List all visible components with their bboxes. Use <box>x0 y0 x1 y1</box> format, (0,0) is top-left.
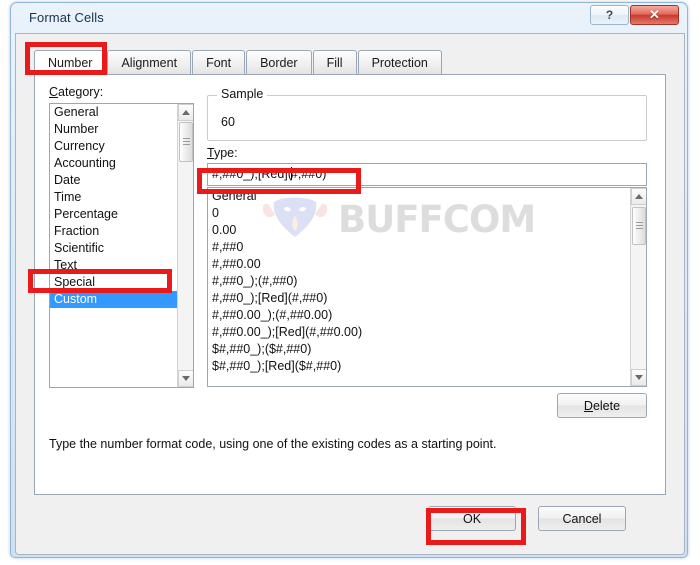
type-item-8[interactable]: #,##0.00_);[Red](#,##0.00) <box>208 324 646 341</box>
category-item-special[interactable]: Special <box>50 274 193 291</box>
type-item-0[interactable]: General <box>208 188 646 205</box>
ok-button[interactable]: OK <box>428 506 516 531</box>
description-text: Type the number format code, using one o… <box>49 437 497 451</box>
category-label: Category: <box>49 85 104 99</box>
sample-label: Sample <box>217 87 268 101</box>
tab-protection[interactable]: Protection <box>357 50 442 74</box>
close-icon[interactable]: ✕ <box>630 5 679 25</box>
format-cells-dialog: Format Cells ? ✕ Number Alignment Font B… <box>10 2 688 558</box>
type-item-3[interactable]: #,##0 <box>208 239 646 256</box>
category-item-currency[interactable]: Currency <box>50 138 193 155</box>
tab-border[interactable]: Border <box>246 50 312 74</box>
scroll-down-icon[interactable] <box>178 370 193 387</box>
category-item-general[interactable]: General <box>50 104 193 121</box>
category-item-percentage[interactable]: Percentage <box>50 206 193 223</box>
category-scrollbar[interactable] <box>177 104 193 387</box>
category-item-date[interactable]: Date <box>50 172 193 189</box>
type-item-7[interactable]: #,##0.00_);(#,##0.00) <box>208 307 646 324</box>
delete-button[interactable]: Delete <box>557 393 647 418</box>
category-item-fraction[interactable]: Fraction <box>50 223 193 240</box>
category-listbox[interactable]: General Number Currency Accounting Date … <box>49 103 194 388</box>
type-item-4[interactable]: #,##0.00 <box>208 256 646 273</box>
category-item-custom[interactable]: Custom <box>50 291 193 308</box>
type-item-9[interactable]: $#,##0_);($#,##0) <box>208 341 646 358</box>
type-item-6[interactable]: #,##0_);[Red](#,##0) <box>208 290 646 307</box>
sample-group-box <box>207 95 647 141</box>
tab-fill[interactable]: Fill <box>312 50 357 74</box>
grip-icon <box>183 138 190 146</box>
category-item-text[interactable]: Text <box>50 257 193 274</box>
type-item-1[interactable]: 0 <box>208 205 646 222</box>
title-bar: Format Cells ? ✕ <box>11 3 687 33</box>
cancel-button[interactable]: Cancel <box>538 506 626 531</box>
type-item-2[interactable]: 0.00 <box>208 222 646 239</box>
dialog-title: Format Cells <box>29 10 104 25</box>
tab-font[interactable]: Font <box>192 50 246 74</box>
category-scrollbar-thumb[interactable] <box>179 122 193 162</box>
category-item-accounting[interactable]: Accounting <box>50 155 193 172</box>
type-input-text-after-caret: #,##0) <box>290 167 327 181</box>
category-item-number[interactable]: Number <box>50 121 193 138</box>
sample-value: 60 <box>221 115 235 129</box>
type-item-10[interactable]: $#,##0_);[Red]($#,##0) <box>208 358 646 375</box>
type-item-5[interactable]: #,##0_);(#,##0) <box>208 273 646 290</box>
type-label: Type: <box>207 146 238 160</box>
type-input[interactable]: #,##0_);[Red](#,##0) <box>207 163 647 186</box>
category-item-time[interactable]: Time <box>50 189 193 206</box>
scroll-up-icon[interactable] <box>178 104 193 121</box>
help-icon[interactable]: ? <box>590 5 629 25</box>
category-item-scientific[interactable]: Scientific <box>50 240 193 257</box>
tab-number[interactable]: Number <box>34 50 107 75</box>
tab-alignment[interactable]: Alignment <box>107 50 192 74</box>
tab-strip: Number Alignment Font Border Fill Protec… <box>34 50 666 75</box>
type-listbox[interactable]: BUFFCOM General 0 0.00 #,##0 #,##0.00 #,… <box>207 187 647 387</box>
number-tab-panel: Category: General Number Currency Accoun… <box>34 75 666 495</box>
dialog-body: Number Alignment Font Border Fill Protec… <box>15 33 685 555</box>
type-input-text-before-caret: #,##0_);[Red]( <box>212 167 292 181</box>
